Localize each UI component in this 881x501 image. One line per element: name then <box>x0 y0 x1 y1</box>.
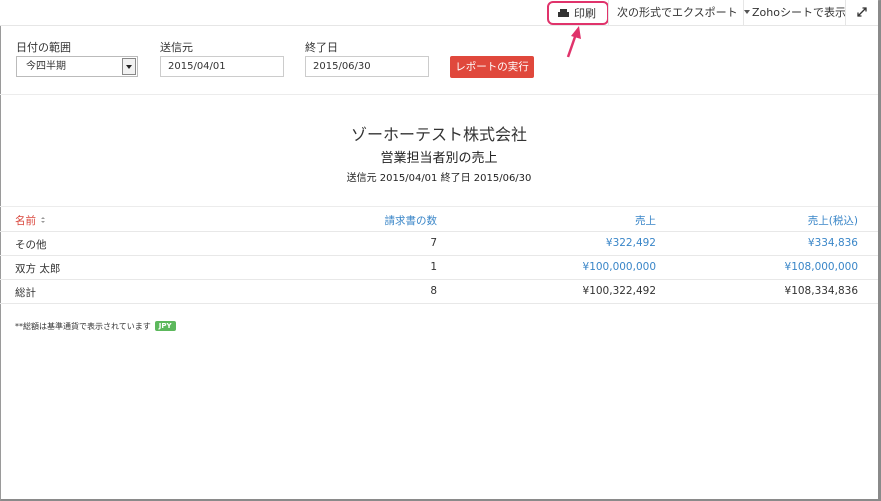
to-date-input[interactable]: 2015/06/30 <box>305 56 429 77</box>
printer-icon <box>558 9 569 19</box>
toolbar: 印刷 次の形式でエクスポート Zohoシートで表示 <box>0 0 878 26</box>
divider <box>0 206 878 207</box>
sort-icon[interactable] <box>41 217 46 223</box>
column-header-name[interactable]: 名前 <box>15 213 46 228</box>
row-divider <box>0 279 878 280</box>
chevron-down-icon[interactable] <box>122 58 136 75</box>
column-header-sales-tax[interactable]: 売上(税込) <box>808 213 858 228</box>
row-divider <box>0 303 878 304</box>
date-range-value: 今四半期 <box>26 61 66 72</box>
total-sales-tax: ¥108,334,836 <box>784 285 858 297</box>
from-date-input[interactable]: 2015/04/01 <box>160 56 284 77</box>
cell-name: 双方 太郎 <box>15 263 61 275</box>
to-date-label: 終了日 <box>305 41 338 54</box>
print-button[interactable]: 印刷 <box>547 1 609 25</box>
from-date-label: 送信元 <box>160 41 193 54</box>
company-name: ゾーホーテスト株式会社 <box>350 125 527 144</box>
footnote-text: **総額は基準通貨で表示されています <box>15 322 151 331</box>
divider <box>0 94 878 95</box>
cell-sales-tax-link[interactable]: ¥334,836 <box>808 237 858 249</box>
total-sales: ¥100,322,492 <box>582 285 656 297</box>
currency-badge: JPY <box>154 321 176 331</box>
report-title: 営業担当者別の売上 <box>380 151 498 166</box>
row-divider <box>0 255 878 256</box>
cell-name: その他 <box>15 239 47 251</box>
footnote: **総額は基準通貨で表示されています JPY <box>15 321 176 332</box>
annotation-arrow-icon <box>566 26 581 58</box>
cell-sales-link[interactable]: ¥100,000,000 <box>583 261 656 273</box>
cell-sales-tax-link[interactable]: ¥108,000,000 <box>785 261 858 273</box>
run-report-button[interactable]: レポートの実行 <box>450 56 534 78</box>
cell-sales-link[interactable]: ¥322,492 <box>606 237 656 249</box>
date-range-select[interactable]: 今四半期 <box>16 56 138 77</box>
zoho-sheet-label: Zohoシートで表示 <box>752 6 846 19</box>
expand-icon <box>857 7 867 17</box>
export-dropdown[interactable]: 次の形式でエクスポート <box>608 0 758 25</box>
total-label: 総計 <box>15 287 36 299</box>
total-invoice-count: 8 <box>430 285 437 297</box>
print-label: 印刷 <box>574 7 596 20</box>
cell-invoice-count: 7 <box>430 237 437 249</box>
zoho-sheet-button[interactable]: Zohoシートで表示 <box>743 0 854 25</box>
expand-button[interactable] <box>845 0 878 25</box>
column-header-invoice-count[interactable]: 請求書の数 <box>385 213 438 228</box>
report-dates: 送信元 2015/04/01 終了日 2015/06/30 <box>346 173 532 184</box>
cell-invoice-count: 1 <box>430 261 437 273</box>
date-range-label: 日付の範囲 <box>16 41 71 54</box>
column-header-sales[interactable]: 売上 <box>635 213 656 228</box>
export-label: 次の形式でエクスポート <box>617 6 738 19</box>
row-divider <box>0 231 878 232</box>
